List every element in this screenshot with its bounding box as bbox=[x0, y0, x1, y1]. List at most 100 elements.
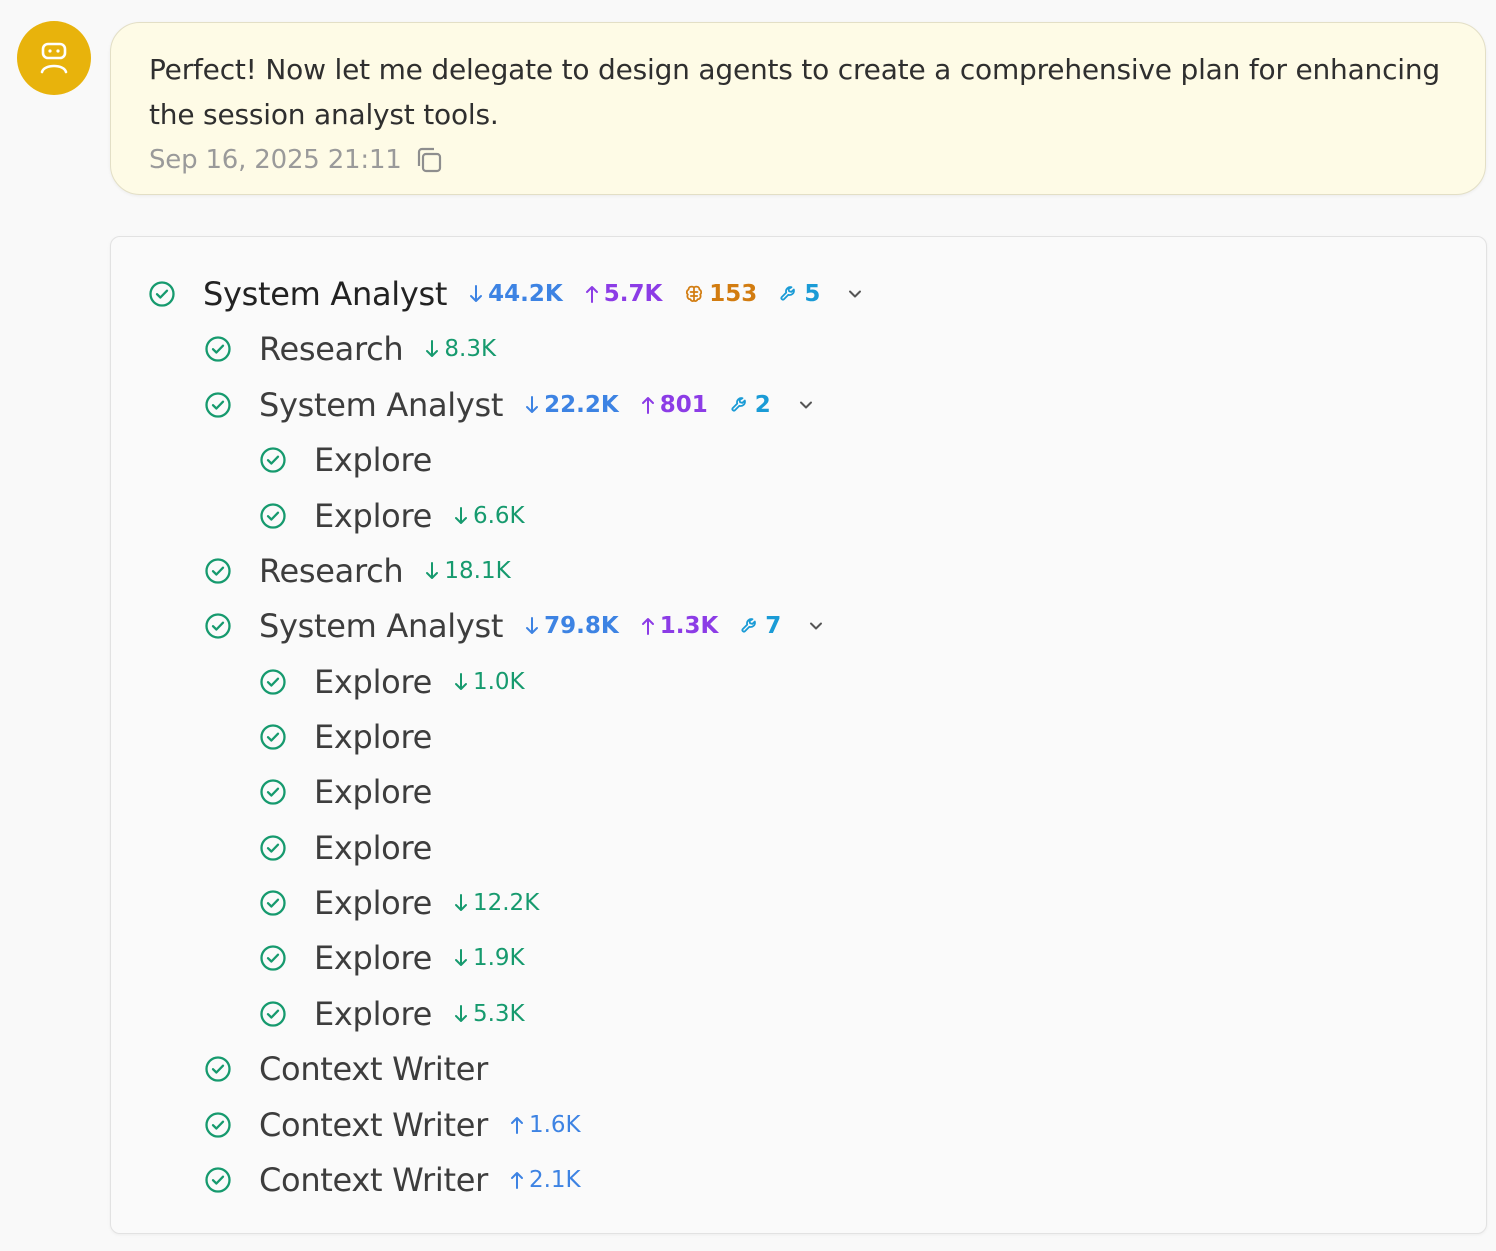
arrow-down-icon bbox=[526, 396, 539, 413]
chevron-down-icon bbox=[810, 622, 823, 630]
arrow-up-icon bbox=[510, 1117, 523, 1134]
arrow-down-icon bbox=[426, 340, 439, 357]
collapse-toggle[interactable] bbox=[795, 394, 817, 416]
chevron-down-icon bbox=[799, 401, 812, 409]
arrow-down-icon bbox=[454, 673, 467, 690]
arrow-up-icon bbox=[641, 397, 654, 414]
message-timestamp: Sep 16, 2025 21:11 bbox=[149, 145, 402, 175]
arrow-down-icon bbox=[454, 949, 467, 966]
input-tokens: 44.2K bbox=[469, 281, 563, 307]
agent-row: Context Writer bbox=[204, 1049, 488, 1089]
output-tokens-value: 1.6K bbox=[528, 1112, 581, 1138]
output-tokens: 801 bbox=[641, 392, 708, 418]
check-circle-icon bbox=[260, 779, 286, 805]
agent-name: Context Writer bbox=[259, 1161, 488, 1199]
agent-row: System Analyst 79.8K 1.3K 7 bbox=[204, 606, 827, 646]
input-tokens-value: 79.8K bbox=[544, 613, 619, 639]
agent-name: System Analyst bbox=[203, 275, 448, 313]
agent-name: Context Writer bbox=[259, 1106, 488, 1144]
agent-name: Explore bbox=[314, 663, 432, 701]
agent-name: Research bbox=[259, 330, 404, 368]
check-circle-icon bbox=[205, 336, 231, 362]
wrench-icon bbox=[741, 618, 757, 633]
agent-name: Explore bbox=[314, 441, 432, 479]
agent-row: Explore bbox=[259, 772, 432, 812]
input-tokens: 6.6K bbox=[454, 503, 525, 529]
tool-calls: 7 bbox=[740, 613, 781, 639]
agent-row: System Analyst 22.2K 801 2 bbox=[204, 385, 817, 425]
thinking-count-value: 153 bbox=[709, 281, 758, 307]
agent-name: System Analyst bbox=[259, 607, 504, 645]
copy-icon bbox=[417, 147, 441, 173]
input-tokens: 1.0K bbox=[454, 669, 525, 695]
chevron-down-icon bbox=[849, 290, 862, 298]
tool-calls-value: 7 bbox=[765, 613, 782, 639]
arrow-down-icon bbox=[470, 285, 483, 302]
input-tokens: 22.2K bbox=[525, 392, 619, 418]
agent-row: Context Writer 2.1K bbox=[204, 1160, 581, 1200]
check-circle-icon bbox=[260, 835, 286, 861]
assistant-message: Perfect! Now let me delegate to design a… bbox=[110, 22, 1486, 195]
input-tokens: 18.1K bbox=[425, 558, 511, 584]
arrow-down-icon bbox=[426, 562, 439, 579]
assistant-avatar bbox=[17, 21, 91, 95]
input-tokens: 12.2K bbox=[454, 890, 539, 916]
collapse-toggle[interactable] bbox=[844, 283, 866, 305]
check-circle-icon bbox=[260, 1001, 286, 1027]
agent-row: Research 8.3K bbox=[204, 329, 496, 369]
message-meta: Sep 16, 2025 21:11 bbox=[149, 140, 1447, 180]
agent-row: Explore 5.3K bbox=[259, 994, 525, 1034]
input-tokens-value: 44.2K bbox=[488, 281, 563, 307]
wrench-icon bbox=[780, 286, 796, 301]
input-tokens: 79.8K bbox=[525, 613, 619, 639]
arrow-down-icon bbox=[526, 617, 539, 634]
agent-row: Context Writer 1.6K bbox=[204, 1105, 581, 1145]
agent-name: Explore bbox=[314, 773, 432, 811]
output-tokens: 2.1K bbox=[510, 1167, 581, 1193]
arrow-down-icon bbox=[454, 894, 467, 911]
input-tokens-value: 8.3K bbox=[444, 336, 497, 362]
tool-calls: 5 bbox=[779, 281, 820, 307]
arrow-down-icon bbox=[454, 507, 467, 524]
check-circle-icon bbox=[260, 724, 286, 750]
tool-calls: 2 bbox=[730, 392, 771, 418]
agent-name: Explore bbox=[314, 497, 432, 535]
input-tokens-value: 1.0K bbox=[472, 669, 525, 695]
agent-row: Research 18.1K bbox=[204, 551, 511, 591]
agent-row: Explore 1.9K bbox=[259, 938, 525, 978]
brain-icon bbox=[686, 285, 703, 302]
check-circle-icon bbox=[205, 558, 231, 584]
input-tokens: 8.3K bbox=[425, 336, 496, 362]
agent-name: Context Writer bbox=[259, 1050, 488, 1088]
collapse-toggle[interactable] bbox=[805, 615, 827, 637]
agent-row: Explore 6.6K bbox=[259, 496, 525, 536]
agent-name: Research bbox=[259, 552, 404, 590]
agent-name: Explore bbox=[314, 829, 432, 867]
output-tokens: 1.6K bbox=[510, 1112, 581, 1138]
agent-name: System Analyst bbox=[259, 386, 504, 424]
input-tokens-value: 5.3K bbox=[472, 1001, 525, 1027]
agent-name: Explore bbox=[314, 884, 432, 922]
agent-row: Explore bbox=[259, 828, 432, 868]
check-circle-icon bbox=[205, 1167, 231, 1193]
output-tokens: 1.3K bbox=[641, 613, 718, 639]
check-circle-icon bbox=[260, 447, 286, 473]
agent-row: System Analyst 44.2K 5.7K 153 5 bbox=[148, 274, 866, 314]
output-tokens-value: 2.1K bbox=[528, 1167, 581, 1193]
check-circle-icon bbox=[205, 392, 231, 418]
input-tokens-value: 18.1K bbox=[444, 558, 511, 584]
copy-button[interactable] bbox=[414, 145, 444, 175]
check-circle-icon bbox=[205, 1112, 231, 1138]
check-circle-icon bbox=[260, 945, 286, 971]
thinking-count: 153 bbox=[684, 281, 757, 307]
agent-name: Explore bbox=[314, 718, 432, 756]
agent-tree-card: System Analyst 44.2K 5.7K 153 5 Research… bbox=[110, 236, 1487, 1234]
arrow-up-icon bbox=[510, 1172, 523, 1189]
check-circle-icon bbox=[260, 503, 286, 529]
tool-calls-value: 5 bbox=[804, 281, 821, 307]
output-tokens-value: 801 bbox=[659, 392, 708, 418]
arrow-up-icon bbox=[641, 618, 654, 635]
robot-icon bbox=[40, 42, 68, 74]
output-tokens-value: 5.7K bbox=[603, 281, 663, 307]
agent-row: Explore bbox=[259, 717, 432, 757]
